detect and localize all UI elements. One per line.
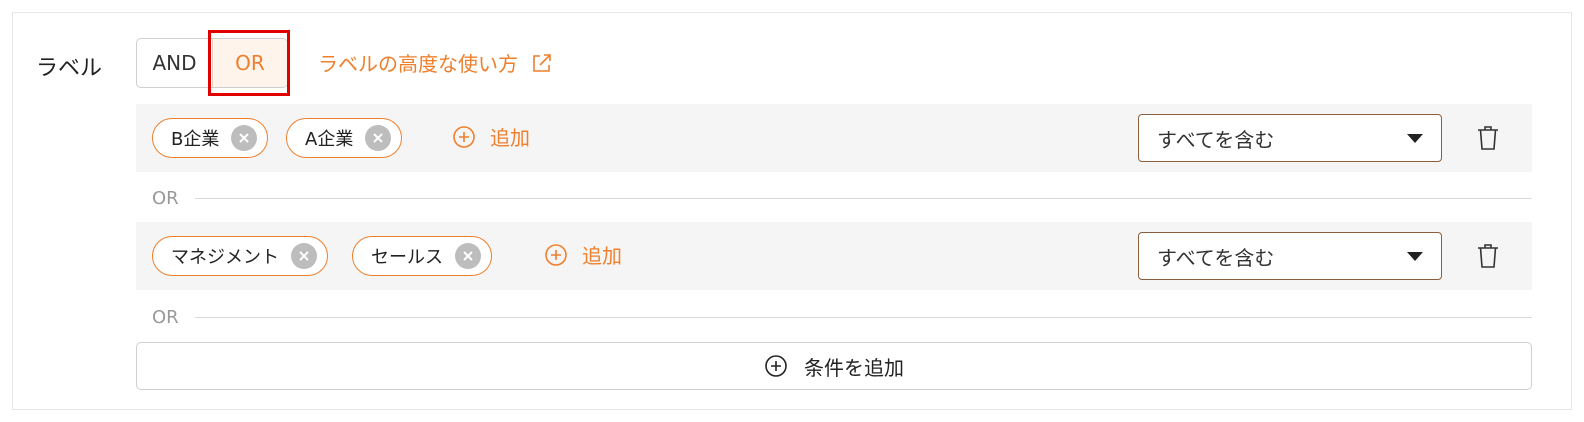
field-label: ラベル <box>36 56 103 81</box>
caret-down-icon <box>1407 252 1423 261</box>
select-value: すべてを含む <box>1157 127 1275 152</box>
add-condition-button[interactable]: 条件を追加 <box>136 342 1532 390</box>
plus-circle-icon <box>545 243 567 266</box>
label-chip: B企業 <box>152 118 269 158</box>
or-separator-label: OR <box>152 187 179 209</box>
chip-label: B企業 <box>171 129 220 150</box>
match-mode-select[interactable]: すべてを含む <box>1138 232 1442 280</box>
external-link-icon <box>533 53 551 72</box>
condition-row: マネジメント セールス 追加 すべてを含む <box>136 222 1532 290</box>
select-value: すべてを含む <box>1157 245 1275 270</box>
plus-circle-icon <box>765 355 787 377</box>
or-separator-label: OR <box>152 306 179 328</box>
chip-label: マネジメント <box>171 247 279 268</box>
add-label-text: 追加 <box>490 126 530 150</box>
add-label-button[interactable]: 追加 <box>544 240 622 269</box>
help-link[interactable]: ラベルの高度な使い方 <box>318 48 554 77</box>
label-chip: A企業 <box>286 118 403 158</box>
help-link-label: ラベルの高度な使い方 <box>318 52 518 76</box>
chip-remove-icon[interactable] <box>291 243 317 269</box>
add-label-button[interactable]: 追加 <box>452 122 530 151</box>
add-condition-label: 条件を追加 <box>804 355 904 380</box>
operator-or-button[interactable]: OR <box>212 39 287 87</box>
chip-label: A企業 <box>305 129 354 150</box>
chip-remove-icon[interactable] <box>365 125 392 151</box>
separator-line <box>194 197 1532 199</box>
chip-remove-icon[interactable] <box>455 243 481 269</box>
trash-icon[interactable] <box>1476 124 1500 152</box>
or-separator: OR <box>152 186 1532 210</box>
match-mode-select[interactable]: すべてを含む <box>1138 114 1442 162</box>
label-chip: マネジメント <box>152 236 328 276</box>
condition-row: B企業 A企業 追加 すべてを含む <box>136 104 1532 172</box>
caret-down-icon <box>1407 134 1423 143</box>
label-chip: セールス <box>352 236 492 276</box>
plus-circle-icon <box>453 125 475 148</box>
add-label-text: 追加 <box>582 244 622 268</box>
operator-toggle: AND OR <box>136 38 288 88</box>
or-separator: OR <box>152 305 1532 329</box>
chip-remove-icon[interactable] <box>231 125 258 151</box>
chip-label: セールス <box>371 247 443 268</box>
trash-icon[interactable] <box>1476 242 1500 270</box>
operator-and-button[interactable]: AND <box>137 39 212 87</box>
separator-line <box>194 316 1532 318</box>
